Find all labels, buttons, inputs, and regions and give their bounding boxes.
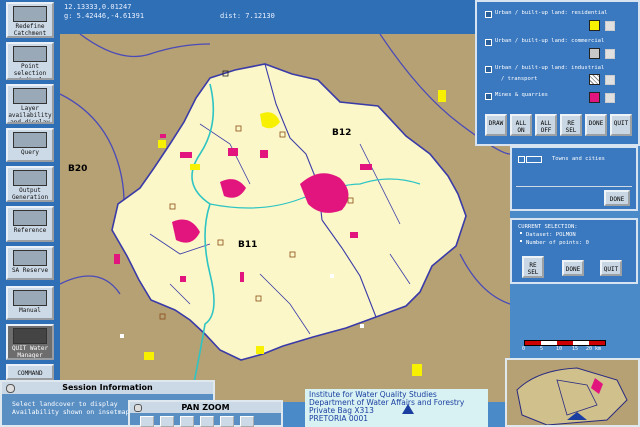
inset-map-svg <box>507 360 638 425</box>
zoom-out-button[interactable] <box>200 416 214 427</box>
industrial-swatch <box>589 74 600 85</box>
draw-button[interactable]: DRAW <box>485 114 507 136</box>
pan-left-button[interactable] <box>140 416 154 427</box>
region-label-b12: B12 <box>332 128 352 138</box>
coord-line-2: g: 5.42446,-4.61391 <box>64 12 145 20</box>
selection-done-button[interactable]: DONE <box>562 260 584 276</box>
quit-icon <box>13 328 47 344</box>
commercial-toggle[interactable] <box>605 49 615 59</box>
bullet <box>520 240 522 242</box>
map-outline-icon <box>13 6 47 22</box>
reference-button[interactable]: Reference <box>6 206 54 242</box>
output-generation-button[interactable]: Output Generation <box>6 166 54 202</box>
legend-label-residential: Urban / built-up land: residential <box>495 10 608 16</box>
reselect-button[interactable]: RE SEL <box>560 114 582 136</box>
inset-map[interactable] <box>505 358 640 427</box>
legend-done-button[interactable]: DONE <box>585 114 607 136</box>
tool-sidebar: Redefine Catchment Point selection and d… <box>0 0 61 427</box>
session-title: Session Information <box>2 382 213 394</box>
legend-label-mines: Mines & quarries <box>495 92 548 98</box>
pan-up-button[interactable] <box>160 416 174 427</box>
scale-tick: 0 <box>522 346 526 352</box>
selection-dataset: Dataset: POLMON <box>526 232 576 238</box>
map-canvas[interactable]: B12 B20 B11 <box>60 34 510 402</box>
towns-checkbox[interactable] <box>518 156 525 163</box>
residential-swatch <box>589 20 600 31</box>
sa-reserve-button[interactable]: SA Reserve <box>6 246 54 280</box>
coordinate-readout: 12.13333,0.01247 g: 5.42446,-4.61391 dis… <box>60 0 475 34</box>
mines-checkbox[interactable] <box>485 93 492 100</box>
residential-toggle[interactable] <box>605 21 615 31</box>
scale-tick: 5 <box>540 346 544 352</box>
coord-line-1: 12.13333,0.01247 <box>64 3 132 11</box>
legend-label-industrial: Urban / built-up land: industrial <box>495 65 605 71</box>
scale-tick: 20 km <box>586 346 602 352</box>
pan-down-button[interactable] <box>220 416 234 427</box>
commercial-checkbox[interactable] <box>485 39 492 46</box>
query-button[interactable]: Query <box>6 128 54 162</box>
points-icon <box>13 46 47 62</box>
selection-title: CURRENT SELECTION: <box>518 224 578 230</box>
point-selection-button[interactable]: Point selection and display <box>6 42 54 80</box>
redefine-catchment-button[interactable]: Redefine Catchment <box>6 2 54 38</box>
map-svg <box>60 34 510 402</box>
pan-zoom-panel: PAN ZOOM <box>128 400 283 427</box>
scale-tick: 15 <box>572 346 579 352</box>
window-menu-icon[interactable] <box>6 384 15 393</box>
scale-bar: 0 5 10 15 20 km <box>520 338 620 356</box>
north-arrow-icon <box>402 404 414 414</box>
landcover-legend-panel: Urban / built-up land: residential Urban… <box>475 0 640 146</box>
region-label-b20: B20 <box>68 164 88 174</box>
window-menu-icon[interactable] <box>134 404 142 412</box>
bullet <box>520 232 522 234</box>
distance-readout: dist: 7.12130 <box>220 12 275 20</box>
manual-button[interactable]: Manual <box>6 286 54 320</box>
scale-tick: 10 <box>556 346 563 352</box>
institute-info: Institute for Water Quality Studies Depa… <box>305 389 488 427</box>
current-selection-panel: CURRENT SELECTION: Dataset: POLMON Numbe… <box>510 218 638 284</box>
institute-line: PRETORIA 0001 <box>309 414 368 423</box>
region-label-b11: B11 <box>238 240 258 250</box>
all-on-button[interactable]: ALL ON <box>510 114 532 136</box>
quit-water-manager-button[interactable]: QUIT Water Manager <box>6 324 54 360</box>
command-button[interactable]: COMMAND <box>6 364 54 380</box>
selection-points: Number of points: 0 <box>526 240 589 246</box>
mines-swatch <box>589 92 600 103</box>
mines-toggle[interactable] <box>605 93 615 103</box>
pan-zoom-title: PAN ZOOM <box>130 402 281 413</box>
selection-quit-button[interactable]: QUIT <box>600 260 622 276</box>
divider <box>516 186 632 187</box>
towns-done-button[interactable]: DONE <box>604 190 630 206</box>
selection-reselect-button[interactable]: RE SEL <box>522 256 544 278</box>
zoom-in-button[interactable] <box>180 416 194 427</box>
commercial-swatch <box>589 48 600 59</box>
towns-panel: Towns and cities DONE <box>510 146 638 211</box>
query-icon <box>13 132 47 148</box>
legend-quit-button[interactable]: QUIT <box>610 114 632 136</box>
layer-availability-button[interactable]: Layer availability and display <box>6 84 54 124</box>
layers-icon <box>13 88 47 104</box>
industrial-checkbox[interactable] <box>485 66 492 73</box>
sa-icon <box>13 250 47 266</box>
industrial-toggle[interactable] <box>605 75 615 85</box>
all-off-button[interactable]: ALL OFF <box>535 114 557 136</box>
session-line-2: Availability shown on insetmap <box>12 408 130 416</box>
book-icon <box>13 290 47 306</box>
session-line-1: Select landcover to display <box>12 400 118 408</box>
printer-icon <box>13 170 47 186</box>
towns-label: Towns and cities <box>552 156 605 162</box>
legend-label-commercial: Urban / built-up land: commercial <box>495 38 605 44</box>
residential-checkbox[interactable] <box>485 11 492 18</box>
pan-right-button[interactable] <box>240 416 254 427</box>
towns-symbol <box>526 156 542 163</box>
legend-label-transport: / transport <box>501 76 538 82</box>
africa-map-icon <box>13 210 47 226</box>
